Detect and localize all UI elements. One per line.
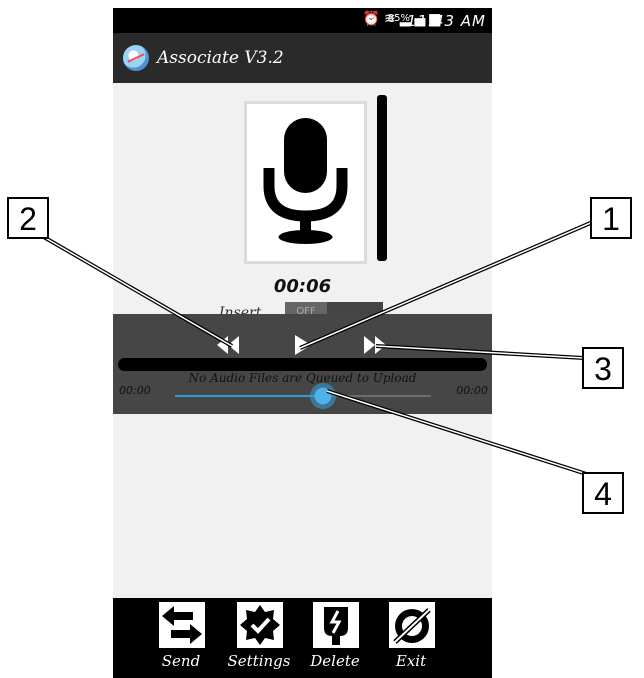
- callout-3: 3: [582, 347, 624, 389]
- callout-2: 2: [7, 197, 49, 239]
- callout-1: 1: [590, 197, 632, 239]
- callout-4: 4: [582, 472, 624, 514]
- callout-leader-lines: [40, 213, 610, 480]
